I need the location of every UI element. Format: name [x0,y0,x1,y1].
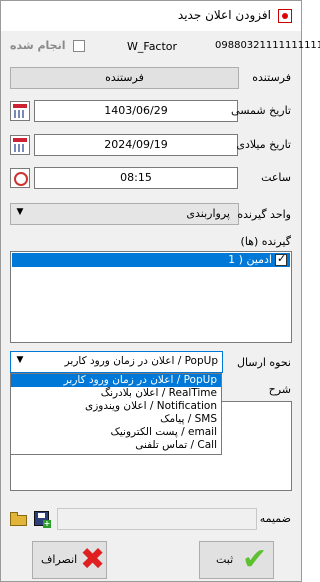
save-disk-icon[interactable]: + [33,510,51,528]
dropdown-option[interactable]: اعلان در زمان ورود کاربر / PopUp [11,374,221,387]
sender-label: فرستنده [252,71,291,84]
calendar-shamsi-icon[interactable] [10,101,30,121]
save-button[interactable]: ✔ ثبت [199,541,274,579]
done-checkbox[interactable] [73,40,85,52]
done-label: انجام شده [10,39,66,52]
miladi-date-label: تاریخ میلادی [236,138,291,151]
unit-label: واحد گیرنده [237,208,291,221]
clock-icon[interactable] [10,168,30,188]
recipients-list[interactable]: 1 ) ادمین ✓ [10,251,292,343]
recipient-item-label: 1 ) ادمین [228,253,272,266]
send-method-label: نحوه ارسال [236,356,291,369]
list-item[interactable]: 1 ) ادمین ✓ [12,252,290,267]
title-bar: افزودن اعلان جدید [1,1,301,31]
check-icon: ✔ [242,542,268,577]
calendar-miladi-icon[interactable] [10,135,30,155]
phone-number: 09880321111111111 [215,40,320,51]
close-icon: ✖ [80,542,106,577]
shamsi-date-field[interactable]: 1403/06/29 [34,100,238,122]
unit-select[interactable]: ▼ پرواربندی [10,203,239,225]
send-method-select[interactable]: ▼ اعلان در زمان ورود کاربر / PopUp [10,351,223,373]
check-icon: ✓ [277,252,287,265]
sender-button[interactable]: فرستنده [10,67,239,89]
recipients-label: گیرنده (ها) [240,235,291,248]
window-title: افزودن اعلان جدید [177,8,271,22]
attachment-field[interactable] [57,508,257,530]
factor-label: W_Factor [127,40,178,53]
unit-value: پرواربندی [186,207,230,220]
send-method-value: اعلان در زمان ورود کاربر / PopUp [64,355,218,367]
time-label: ساعت [261,171,291,184]
description-label: شرح [268,383,291,396]
chevron-down-icon: ▼ [16,355,24,365]
cancel-button[interactable]: ✖ انصراف [32,541,107,579]
recipient-checkbox[interactable]: ✓ [275,252,287,266]
dropdown-option[interactable]: اعلان ویندوزی / Notification [11,400,221,413]
dialog-window: افزودن اعلان جدید 09880321111111111 W_Fa… [0,0,320,582]
shamsi-date-label: تاریخ شمسی [231,104,291,117]
dropdown-option[interactable]: اعلان بلادرنگ / RealTime [11,387,221,400]
dropdown-option[interactable]: پیامک / SMS [11,413,221,426]
send-method-dropdown[interactable]: اعلان در زمان ورود کاربر / PopUp اعلان ب… [10,373,222,455]
dropdown-option[interactable]: پست الکترونیک / email [11,426,221,439]
attachment-label: ضمیمه [259,512,291,525]
app-icon [278,9,292,23]
save-label: ثبت [216,553,234,566]
dropdown-option[interactable]: تماس تلفنی / Call [11,439,221,452]
open-folder-icon[interactable] [9,510,29,528]
miladi-date-field[interactable]: 2024/09/19 [34,134,238,156]
chevron-down-icon: ▼ [16,207,24,217]
cancel-label: انصراف [41,553,78,566]
time-field[interactable]: 08:15 [34,167,238,189]
